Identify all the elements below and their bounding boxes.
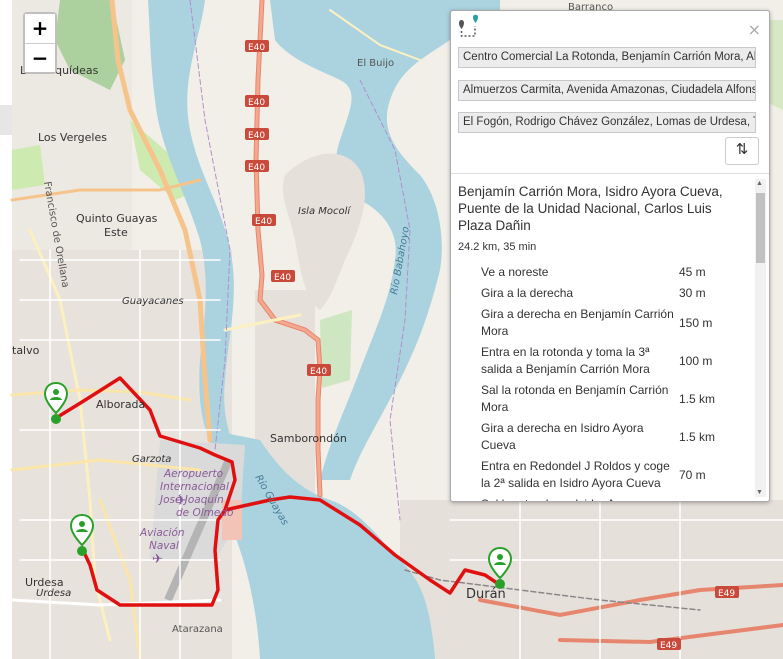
step-instruction: Sal la rotonda en Isidro Ayora Cueva xyxy=(458,496,675,501)
step-distance: 100 m xyxy=(679,353,713,368)
svg-text:E40: E40 xyxy=(248,43,265,53)
svg-text:E40: E40 xyxy=(248,131,265,141)
routing-panel: × Centro Comercial La Rotonda, Benjamín … xyxy=(450,10,770,502)
waypoint-via-input[interactable]: Almuerzos Carmita, Avenida Amazonas, Ciu… xyxy=(458,80,756,101)
scrollbar-thumb[interactable] xyxy=(756,193,765,263)
svg-text:✈: ✈ xyxy=(152,552,163,567)
road-shield-e40: E40 xyxy=(245,95,269,108)
reverse-waypoints-button[interactable]: ⇅ xyxy=(725,137,759,165)
step-instruction: Gira a derecha en Isidro Ayora Cueva xyxy=(481,421,644,452)
svg-text:E40: E40 xyxy=(248,163,265,173)
step-instruction: Entra en Redondel J Roldos y coge la 2ª … xyxy=(481,459,670,490)
place-label-aviacion: Aviación xyxy=(139,527,185,539)
step-instruction: Gira a derecha en Benjamín Carrión Mora xyxy=(481,307,674,338)
itinerary-step[interactable]: Entra en Redondel J Roldos y coge la 2ª … xyxy=(458,456,740,494)
step-instruction: Entra en la rotonda y toma la 3ª salida … xyxy=(481,345,650,376)
svg-text:E40: E40 xyxy=(310,367,327,377)
step-distance: 1.5 km xyxy=(679,429,716,444)
itinerary: Benjamín Carrión Mora, Isidro Ayora Cuev… xyxy=(458,183,740,501)
step-distance: 150 m xyxy=(679,315,713,330)
itinerary-step[interactable]: Entra en la rotonda y toma la 3ª salida … xyxy=(458,342,740,380)
place-label-garzota: Garzota xyxy=(132,454,171,465)
itinerary-step[interactable]: Gira a derecha en Benjamín Carrión Mora 1… xyxy=(458,304,740,342)
svg-text:E40: E40 xyxy=(274,273,291,283)
close-icon[interactable]: × xyxy=(748,20,761,39)
place-label-airport-3: José Joaquín xyxy=(158,494,224,506)
road-shield-e40: E40 xyxy=(245,40,269,53)
step-instruction: Gira a la derecha xyxy=(481,286,574,300)
panel-divider xyxy=(451,173,769,174)
itinerary-step[interactable]: Sal la rotonda en Isidro Ayora Cueva550 … xyxy=(458,494,740,501)
place-label-airport-4: de Olmedo xyxy=(176,507,233,519)
step-distance: 30 m xyxy=(679,286,706,300)
step-instruction: Ve a noreste xyxy=(481,265,549,279)
place-label-el-buijo: El Buijo xyxy=(357,58,394,69)
step-instruction: Sal la rotonda en Benjamín Carrión Mora xyxy=(481,383,669,414)
place-label-airport-2: Internacional xyxy=(160,481,229,493)
place-label-alborada: Alborada xyxy=(96,398,145,411)
itinerary-step[interactable]: Gira a la derecha 30 m xyxy=(458,283,740,304)
itinerary-title: Benjamín Carrión Mora, Isidro Ayora Cuev… xyxy=(458,184,723,233)
place-label-aviacion-naval: Naval xyxy=(149,540,179,552)
road-shield-e49: E49 xyxy=(657,638,681,651)
svg-text:E40: E40 xyxy=(255,217,272,227)
place-label-isla-mocoli: Isla Mocolí xyxy=(298,205,351,217)
road-shield-e40: E40 xyxy=(245,128,269,141)
road-shield-e40: E40 xyxy=(245,160,269,173)
road-shield-e40: E40 xyxy=(307,364,331,377)
itinerary-step[interactable]: Gira a derecha en Isidro Ayora Cueva 1.5 … xyxy=(458,418,740,456)
place-label-los-vergeles: Los Vergeles xyxy=(38,131,107,144)
itinerary-step[interactable]: Sal la rotonda en Benjamín Carrión Mora 1… xyxy=(458,380,740,418)
zoom-out-button[interactable]: − xyxy=(25,43,55,72)
waypoint-end-input[interactable]: El Fogón, Rodrigo Chávez González, Lomas… xyxy=(458,112,756,133)
place-label-duran: Durán xyxy=(466,587,506,602)
step-distance: 45 m xyxy=(679,265,706,279)
waypoint-start-input[interactable]: Centro Comercial La Rotonda, Benjamín Ca… xyxy=(458,47,756,68)
road-shield-e40: E40 xyxy=(252,214,276,227)
road-shield-e40: E40 xyxy=(271,270,295,283)
place-label-atarazana: Atarazana xyxy=(172,624,223,635)
place-label-quinto-guayas-este: Este xyxy=(104,226,128,239)
place-label-urdesa-2: Urdesa xyxy=(36,588,71,599)
road-shield-e49: E49 xyxy=(715,586,739,599)
place-label-talvo: talvo xyxy=(12,344,40,357)
itinerary-step[interactable]: Ve a noreste 45 m xyxy=(458,262,740,283)
zoom-in-button[interactable]: + xyxy=(25,14,55,43)
svg-text:E40: E40 xyxy=(248,98,265,108)
svg-text:E49: E49 xyxy=(718,589,735,599)
step-distance: 70 m xyxy=(679,467,706,482)
itinerary-scrollbar[interactable]: ▲ ▼ xyxy=(755,179,766,497)
step-distance: 1.5 km xyxy=(679,391,716,406)
itinerary-steps: Ve a noreste 45 m Gira a la derecha 30 m Gir… xyxy=(458,262,740,501)
place-label-quinto-guayas: Quinto Guayas xyxy=(76,212,158,225)
place-label-samborondon: Samborondón xyxy=(270,432,347,445)
svg-text:E49: E49 xyxy=(660,641,677,651)
itinerary-summary: 24.2 km, 35 min xyxy=(458,241,537,253)
route-icon xyxy=(459,14,478,37)
zoom-control: + − xyxy=(23,12,57,74)
place-label-airport-1: Aeropuerto xyxy=(163,468,223,480)
place-label-guayacanes: Guayacanes xyxy=(122,296,184,307)
